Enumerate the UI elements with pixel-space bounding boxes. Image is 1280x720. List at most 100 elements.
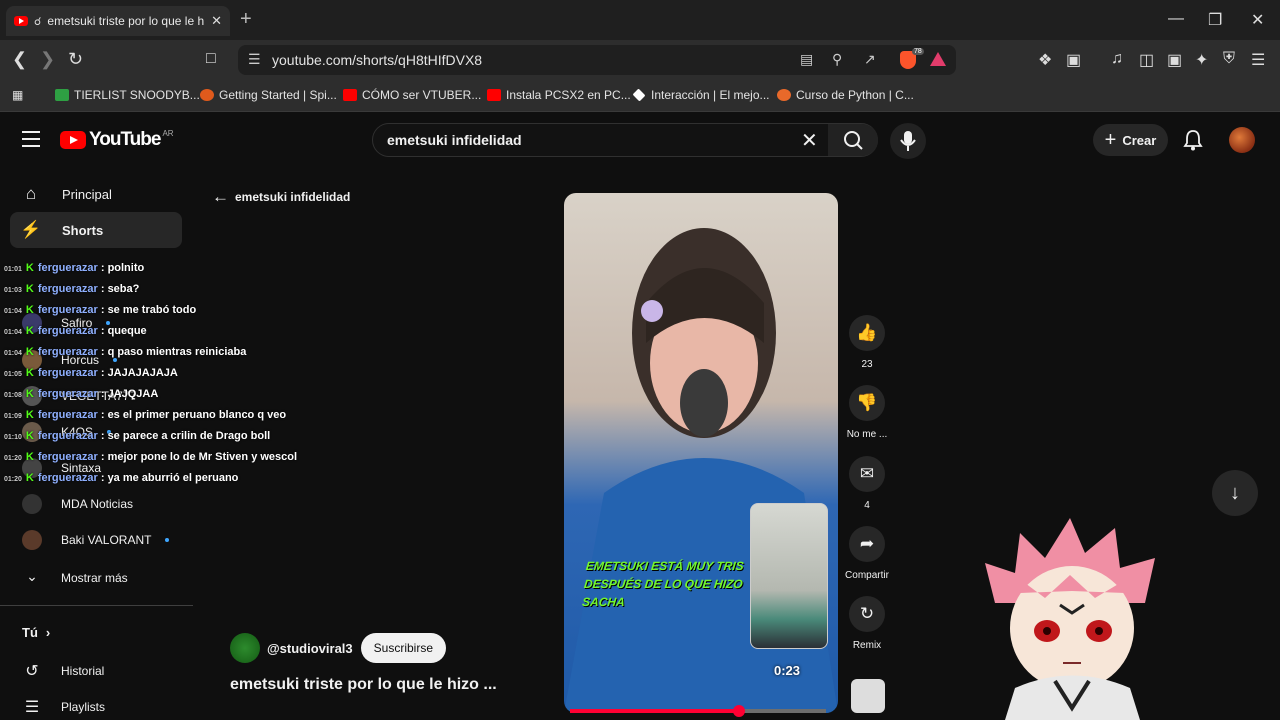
chat-timestamp: 01:04 — [4, 308, 22, 315]
chat-text: : se me trabó todo — [100, 304, 197, 316]
chat-text: : mejor pone lo de Mr Stiven y wescol — [100, 451, 298, 463]
home-icon: ⌂ — [25, 184, 37, 203]
bookmark-2[interactable]: Getting Started | Spi... — [200, 88, 337, 102]
share-action[interactable]: ➦ Compartir — [845, 526, 889, 581]
voice-search-button[interactable] — [890, 123, 926, 159]
user-avatar[interactable] — [1229, 127, 1255, 153]
sidebar-item-shorts[interactable]: ⚡ Shorts — [10, 212, 182, 248]
sidebar-item-playlists[interactable]: ☰ Playlists — [22, 697, 105, 717]
kick-icon: K — [25, 346, 34, 358]
new-tab-button[interactable]: + — [240, 9, 252, 29]
youtube-logo[interactable]: YouTube AR — [60, 129, 174, 151]
video-progress-bar[interactable] — [570, 705, 826, 717]
close-window-button[interactable]: ✕ — [1251, 10, 1264, 30]
minimize-button[interactable]: — — [1168, 10, 1184, 28]
speaker-icon[interactable]: ☌ — [34, 15, 41, 28]
search-input[interactable]: emetsuki infidelidad — [387, 132, 522, 148]
hamburger-menu-icon[interactable] — [22, 131, 40, 152]
subscribe-button[interactable]: Suscribirse — [360, 633, 447, 663]
chat-username: ferguerazar — [37, 304, 98, 316]
cast-icon[interactable]: ▤ — [800, 51, 813, 68]
chat-message: 01:08 Kferguerazar : JAJQJAA — [4, 387, 314, 403]
channel-name: MDA Noticias — [61, 497, 134, 511]
bookmark-4[interactable]: Instala PCSX2 en PC... — [487, 88, 631, 102]
wallet-icon[interactable]: ▣ — [1167, 50, 1182, 70]
notifications-bell-icon[interactable] — [1183, 129, 1203, 151]
sidebar-item-principal[interactable]: ⌂ Principal — [10, 176, 182, 212]
search-bar[interactable]: emetsuki infidelidad ✕ — [372, 123, 878, 157]
chat-timestamp: 01:05 — [4, 371, 22, 378]
sidebar-icon[interactable]: ◫ — [1139, 50, 1154, 70]
channel-avatar[interactable] — [230, 633, 260, 663]
like-button[interactable]: 👍 — [849, 315, 885, 351]
sidebar-item-history[interactable]: ↺ Historial — [22, 661, 104, 681]
show-more-label: Mostrar más — [61, 571, 128, 585]
brave-rewards-icon[interactable] — [930, 52, 946, 66]
dislike-action[interactable]: 👎 No me ... — [847, 385, 887, 440]
comment-icon: ✉ — [859, 464, 875, 483]
create-button[interactable]: + Crear — [1093, 124, 1168, 156]
history-icon: ↺ — [25, 663, 39, 680]
progress-scrubber[interactable] — [732, 705, 745, 717]
media-icon[interactable]: ♫ — [1111, 50, 1123, 68]
sidebar-item-label: Historial — [61, 664, 105, 678]
extensions-icon[interactable]: ❖ — [1038, 50, 1052, 70]
chat-message: 01:04 Kferguerazar : queque — [4, 324, 314, 340]
short-title[interactable]: emetsuki triste por lo que le hizo ... — [230, 676, 497, 694]
kick-icon: K — [25, 451, 34, 463]
comment-count: 4 — [864, 500, 870, 511]
chat-message: 01:01 Kferguerazar : polnito — [4, 261, 314, 277]
share-button[interactable]: ➦ — [849, 526, 885, 562]
short-video-player[interactable]: EMETSUKI ESTÁ MUY TRIS DESPUÉS DE LO QUE… — [564, 193, 838, 713]
thumbs-down-icon: 👎 — [856, 393, 878, 412]
channel-handle[interactable]: @studioviral3 — [267, 641, 353, 656]
sound-thumbnail[interactable] — [851, 679, 885, 713]
chevron-right-icon: › — [45, 625, 51, 640]
channel-avatar — [22, 530, 42, 550]
bookmarks-bar: ▦ TIERLIST SNOODYB... Getting Started | … — [0, 80, 1280, 112]
tab-search-icon[interactable]: ▣ — [1066, 50, 1081, 70]
bookmark-6[interactable]: Curso de Python | C... — [777, 88, 914, 102]
you-section-header[interactable]: Tú › — [22, 625, 50, 640]
leo-ai-icon[interactable]: ✦ — [1195, 50, 1208, 70]
dislike-button[interactable]: 👎 — [849, 385, 885, 421]
comments-action[interactable]: ✉ 4 — [849, 456, 885, 511]
search-button[interactable] — [828, 124, 878, 156]
show-more-button[interactable]: ⌄ Mostrar más — [22, 568, 128, 588]
bookmark-5[interactable]: Interacción | El mejo... — [632, 88, 770, 102]
remix-action[interactable]: ↻ Remix — [849, 596, 885, 651]
reload-button[interactable]: ↻ — [68, 49, 83, 69]
back-to-results-button[interactable]: ← emetsuki infidelidad — [212, 187, 350, 207]
bookmark-3[interactable]: CÓMO ser VTUBER... — [343, 88, 481, 102]
apps-icon[interactable]: ▦ — [12, 88, 23, 102]
remix-button[interactable]: ↻ — [849, 596, 885, 632]
picture-in-picture-overlay — [750, 503, 828, 649]
vpn-icon[interactable]: ⛨ — [1223, 50, 1235, 68]
back-button[interactable]: ❮ — [12, 49, 27, 69]
site-settings-icon[interactable]: ☰ — [248, 51, 261, 68]
zoom-icon[interactable]: ⚲ — [832, 51, 842, 68]
thumbs-up-icon: 👍 — [856, 323, 878, 342]
chat-message: 01:05 Kferguerazar : JAJAJAJAJA — [4, 366, 314, 382]
browser-tab[interactable]: ☌ emetsuki triste por lo que le h ✕ — [6, 6, 230, 36]
caption-line-1: EMETSUKI ESTÁ MUY TRIS — [585, 559, 745, 573]
close-tab-icon[interactable]: ✕ — [211, 13, 222, 29]
forward-button[interactable]: ❯ — [40, 49, 55, 69]
progress-fill — [570, 709, 739, 713]
menu-icon[interactable]: ☰ — [1251, 50, 1265, 70]
chat-username: ferguerazar — [37, 388, 98, 400]
address-bar[interactable]: ☰ youtube.com/shorts/qH8tHIfDVX8 ▤ ⚲ ↗ 7… — [238, 45, 956, 75]
restore-button[interactable]: ❐ — [1208, 10, 1222, 30]
like-action[interactable]: 👍 23 — [849, 315, 885, 370]
chat-username: ferguerazar — [37, 346, 98, 358]
clear-search-icon[interactable]: ✕ — [801, 128, 818, 153]
channel-baki-valorant[interactable]: Baki VALORANT — [22, 530, 170, 550]
sidebar-item-label: Principal — [62, 186, 112, 202]
comments-button[interactable]: ✉ — [849, 456, 885, 492]
share-icon[interactable]: ↗ — [864, 51, 876, 68]
bookmark-icon[interactable]: □ — [206, 49, 216, 69]
url-text[interactable]: youtube.com/shorts/qH8tHIfDVX8 — [272, 52, 482, 68]
next-short-button[interactable]: ↓ — [1212, 470, 1258, 516]
bookmark-1[interactable]: TIERLIST SNOODYB... — [55, 88, 200, 102]
channel-mda-noticias[interactable]: MDA Noticias — [22, 494, 133, 514]
